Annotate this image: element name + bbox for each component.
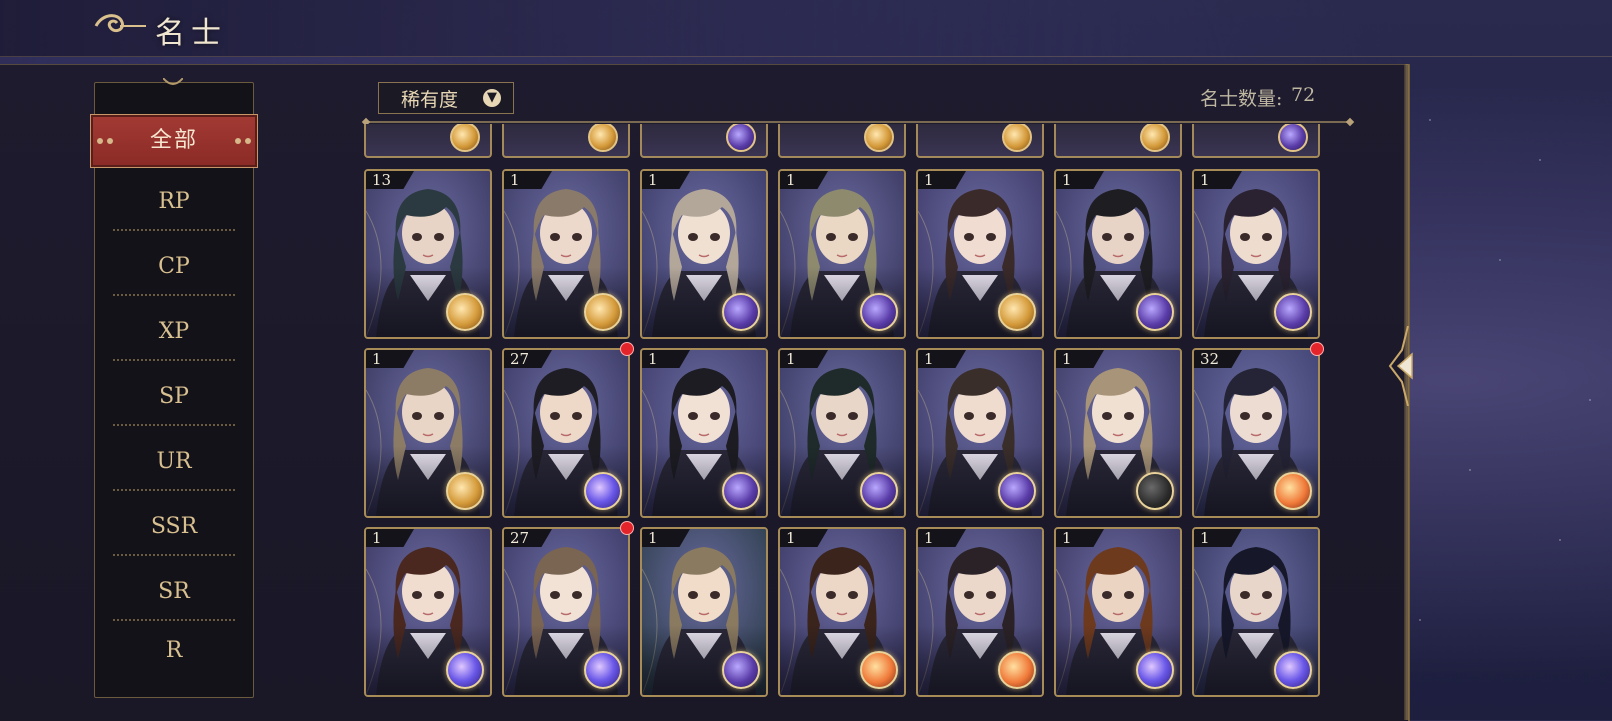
character-card[interactable]: 1 — [502, 169, 630, 339]
sidebar-ornament — [163, 78, 183, 85]
character-card-partial[interactable] — [364, 124, 492, 158]
element-orb-icon — [588, 124, 618, 152]
notification-dot — [620, 521, 634, 535]
filter-label: RP — [158, 189, 190, 214]
character-card[interactable]: 1 — [364, 527, 492, 697]
character-card[interactable]: 27 — [502, 348, 630, 518]
character-card[interactable]: 1 — [364, 348, 492, 518]
character-card[interactable]: 1 — [640, 169, 768, 339]
divider — [366, 121, 1350, 123]
filter-label: UR — [156, 449, 192, 474]
character-card[interactable]: 1 — [916, 527, 1044, 697]
filter-sp[interactable]: SP — [113, 368, 235, 426]
character-card-partial[interactable] — [502, 124, 630, 158]
sort-label: 稀有度 — [401, 89, 459, 111]
filter-r[interactable]: R — [113, 631, 235, 671]
filter-cp[interactable]: CP — [113, 238, 235, 296]
character-card-partial[interactable] — [1192, 124, 1320, 158]
element-orb-icon — [584, 651, 622, 689]
filter-xp[interactable]: XP — [113, 303, 235, 361]
filter-label: SSR — [150, 514, 198, 539]
element-orb-icon — [998, 651, 1036, 689]
character-card[interactable]: 1 — [1054, 169, 1182, 339]
element-orb-icon — [722, 472, 760, 510]
element-orb-icon — [1140, 124, 1170, 152]
character-card[interactable]: 1 — [778, 348, 906, 518]
filter-label: CP — [158, 254, 190, 279]
filter-label: R — [165, 638, 183, 663]
character-card-partial[interactable] — [778, 124, 906, 158]
element-orb-icon — [1136, 651, 1174, 689]
header-bar: 名士 — [0, 0, 1612, 57]
character-card[interactable]: 1 — [1054, 348, 1182, 518]
element-orb-icon — [722, 293, 760, 331]
character-card[interactable]: 1 — [640, 348, 768, 518]
filter-ur[interactable]: UR — [113, 433, 235, 491]
filter-label: SR — [158, 579, 190, 604]
filter-sr[interactable]: SR — [113, 563, 235, 621]
element-orb-icon — [1136, 472, 1174, 510]
element-orb-icon — [1274, 293, 1312, 331]
element-orb-icon — [998, 472, 1036, 510]
rarity-filter-sidebar: RP CP XP SP UR SSR SR R — [94, 82, 254, 698]
element-orb-icon — [722, 651, 760, 689]
character-card[interactable]: 1 — [1054, 527, 1182, 697]
character-card[interactable]: 1 — [1192, 169, 1320, 339]
element-orb-icon — [1002, 124, 1032, 152]
sort-rarity-dropdown[interactable]: 稀有度 ▼ — [378, 82, 514, 114]
notification-dot — [1310, 342, 1324, 356]
element-orb-icon — [1274, 472, 1312, 510]
filter-label: 全部 — [149, 128, 198, 153]
element-orb-icon — [998, 293, 1036, 331]
element-orb-icon — [446, 293, 484, 331]
element-orb-icon — [860, 651, 898, 689]
count-value: 72 — [1291, 84, 1316, 106]
character-card-partial[interactable] — [916, 124, 1044, 158]
element-orb-icon — [446, 651, 484, 689]
character-card-partial[interactable] — [1054, 124, 1182, 158]
element-orb-icon — [1136, 293, 1174, 331]
element-orb-icon — [584, 293, 622, 331]
character-card[interactable]: 1 — [916, 169, 1044, 339]
page-title: 名士 — [155, 16, 227, 51]
chevron-down-icon: ▼ — [483, 89, 501, 107]
element-orb-icon — [860, 472, 898, 510]
element-orb-icon — [860, 293, 898, 331]
character-card[interactable]: 1 — [778, 527, 906, 697]
filter-label: SP — [159, 384, 189, 409]
character-card-partial[interactable] — [640, 124, 768, 158]
character-card[interactable]: 1 — [916, 348, 1044, 518]
notification-dot — [620, 342, 634, 356]
filter-all-active[interactable]: 全部 — [90, 114, 258, 168]
element-orb-icon — [1278, 124, 1308, 152]
count-label: 名士数量: — [1200, 88, 1283, 110]
character-card[interactable]: 27 — [502, 527, 630, 697]
character-card[interactable]: 1 — [1192, 527, 1320, 697]
element-orb-icon — [864, 124, 894, 152]
element-orb-icon — [584, 472, 622, 510]
element-orb-icon — [1274, 651, 1312, 689]
collapse-arrow-icon[interactable] — [1388, 326, 1422, 406]
element-orb-icon — [450, 124, 480, 152]
element-orb-icon — [726, 124, 756, 152]
element-orb-icon — [446, 472, 484, 510]
cloud-swirl-icon — [94, 14, 146, 33]
filter-ssr[interactable]: SSR — [113, 498, 235, 556]
filter-label: XP — [158, 319, 190, 344]
filter-rp[interactable]: RP — [113, 173, 235, 231]
character-card[interactable]: 13 — [364, 169, 492, 339]
character-card[interactable]: 32 — [1192, 348, 1320, 518]
character-card[interactable]: 1 — [778, 169, 906, 339]
character-card[interactable]: 1 — [640, 527, 768, 697]
